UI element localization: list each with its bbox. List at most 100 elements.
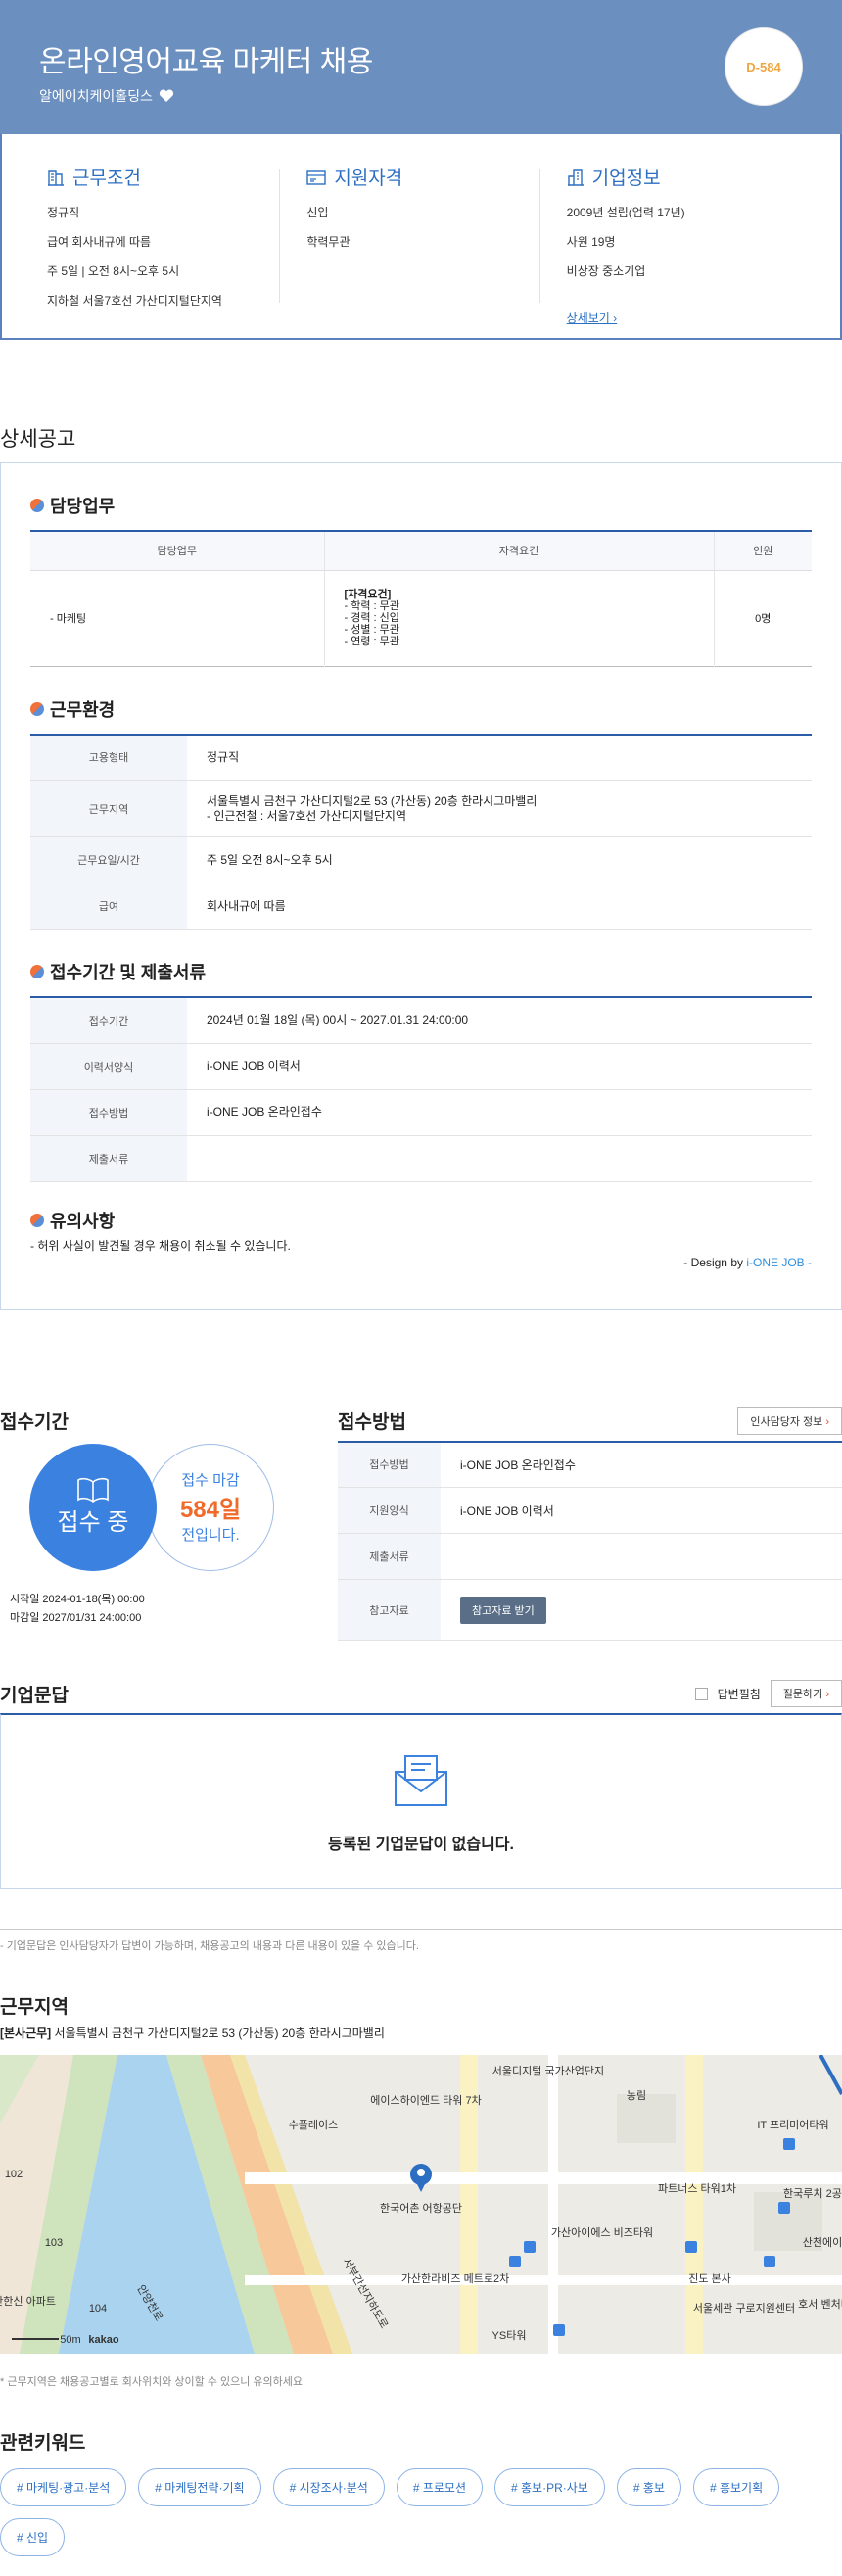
hr-contact-button[interactable]: 인사담당자 정보 › — [737, 1407, 842, 1435]
area-prefix: [본사근무] — [0, 2027, 52, 2040]
bullet-dot-icon — [30, 499, 44, 512]
company-column: 기업정보 2009년 설립(업력 17년) 사원 19명 비상장 중소기업 상세… — [538, 164, 811, 338]
map-label: 102 — [5, 2169, 23, 2180]
map-label: 호서 벤처타 — [798, 2298, 842, 2311]
table-row: 이력서양식 i-ONE JOB 이력서 — [30, 1043, 812, 1090]
deadline-label: 접수 마감 — [181, 1472, 240, 1489]
requirement-line: - 경력 : 신입 — [344, 612, 399, 624]
period-circles: 접수 중 접수 마감 584일 전입니다. — [0, 1443, 338, 1591]
design-credit: - Design by i-ONE JOB - — [30, 1256, 812, 1269]
row-label: 이력서양식 — [30, 1043, 187, 1090]
environment-table: 고용형태 정규직 근무지역 서울특별시 금천구 가산디지털2로 53 (가산동) 2… — [30, 733, 812, 930]
company-name[interactable]: 알에이치케이홀딩스 — [39, 86, 153, 106]
map-label: 한국어촌 어항공단 — [380, 2202, 462, 2215]
deadline-circle: 접수 마감 584일 전입니다. — [147, 1443, 274, 1571]
map-provider-logo: kakao — [88, 2334, 118, 2346]
job-summary: 근무조건 정규직 급여 회사내규에 따름 주 5일 | 오전 8시~오후 5시 … — [0, 134, 842, 340]
detail-section: 담당업무 담당업무 자격요건 인원 - 마케팅 [자격요건] - 학력 : 무관… — [0, 462, 842, 1310]
method-title: 접수방법 — [338, 1412, 406, 1433]
conditions-column: 근무조건 정규직 급여 회사내규에 따름 주 5일 | 오전 8시~오후 5시 … — [31, 164, 291, 338]
ask-label: 질문하기 — [782, 1689, 823, 1700]
id-card-icon — [306, 169, 327, 185]
table-row: 제출서류 — [338, 1533, 842, 1580]
environment-title: 근무환경 — [50, 699, 116, 720]
method-panel: 접수방법 인사담당자 정보 › 접수방법 i-ONE JOB 온라인접수 지원양식… — [338, 1407, 842, 1641]
keyword-chip[interactable]: # 마케팅·광고·분석 — [0, 2468, 127, 2506]
location-map[interactable]: 서울디지털 국가산업단지 에이스하이엔드 타워 7차 수플레이스 농림 IT 프… — [0, 2055, 842, 2354]
area-address: 서울특별시 금천구 가산디지털2로 53 (가산동) 20층 한라시그마밸리 — [54, 2027, 385, 2040]
keyword-chip[interactable]: # 신입 — [0, 2518, 66, 2556]
apply-table: 접수기간 2024년 01월 18일 (목) 00시 ~ 2027.01.31 2… — [30, 996, 812, 1182]
building-icon — [48, 169, 64, 186]
keyword-chip[interactable]: # 홍보·PR·사보 — [494, 2468, 605, 2506]
requirement-line: - 학력 : 무관 — [344, 600, 399, 612]
keyword-chip[interactable]: # 홍보 — [616, 2468, 681, 2506]
row-label: 급여 — [30, 883, 187, 930]
end-date: 마감일 2027/01/31 24:00:00 — [10, 1611, 142, 1624]
design-prefix: - Design by — [683, 1255, 747, 1269]
period-dates: 시작일 2024-01-18(목) 00:00 마감일 2027/01/31 2… — [10, 1591, 338, 1628]
company-line: 비상장 중소기업 — [566, 264, 646, 278]
keyword-chip[interactable]: # 시장조사·분석 — [272, 2468, 385, 2506]
keyword-chip[interactable]: # 홍보기획 — [692, 2468, 780, 2506]
map-label: IT 프리미어타워 — [757, 2119, 828, 2131]
keywords-list: # 마케팅·광고·분석 # 마케팅전략·기획 # 시장조사·분석 # 프로모션 … — [0, 2468, 842, 2556]
row-label: 지원양식 — [338, 1487, 441, 1534]
map-label: 수플레이스 — [289, 2119, 339, 2131]
qualification-line: 신입 — [306, 206, 329, 219]
company-line: 사원 19명 — [566, 235, 616, 249]
map-label: 가산아이에스 비즈타워 — [551, 2226, 653, 2239]
condition-line: 주 5일 | 오전 8시~오후 5시 — [47, 264, 180, 278]
requirement-line: - 성별 : 무관 — [344, 624, 399, 636]
count-cell: 0명 — [755, 613, 772, 625]
hr-contact-label: 인사담당자 정보 — [750, 1415, 823, 1428]
row-value: 서울특별시 금천구 가산디지털2로 53 (가산동) 20층 한라시그마밸리 — [207, 793, 538, 808]
bullet-dot-icon — [30, 965, 44, 978]
row-value: i-ONE JOB 이력서 — [187, 1043, 812, 1090]
map-note: * 근무지역은 채용공고별로 회사위치와 상이할 수 있으니 유의하세요. — [0, 2376, 306, 2388]
condition-line: 정규직 — [47, 206, 80, 219]
company-detail-link[interactable]: 상세보기 › — [567, 310, 618, 326]
qa-title: 기업문답 — [0, 1685, 69, 1706]
environment-heading: 근무환경 — [30, 696, 812, 722]
table-row: 고용형태 정규직 — [30, 734, 812, 781]
row-value: 2024년 01월 18일 (목) 00시 ~ 2027.01.31 24:00… — [187, 997, 812, 1044]
chevron-right-icon: › — [825, 1689, 829, 1700]
table-row: 급여 회사내규에 따름 — [30, 883, 812, 930]
keyword-chip[interactable]: # 마케팅전략·기획 — [138, 2468, 261, 2506]
work-area-title: 근무지역 — [0, 1997, 69, 2018]
row-value — [441, 1533, 842, 1580]
apply-title: 접수기간 및 제출서류 — [50, 963, 207, 982]
days-suffix: 전입니다. — [181, 1527, 240, 1544]
company-line: 2009년 설립(업력 17년) — [566, 206, 685, 219]
caution-heading: 유의사항 — [30, 1208, 812, 1233]
ask-question-button[interactable]: 질문하기 › — [770, 1680, 842, 1707]
method-heading-row: 접수방법 인사담당자 정보 › — [338, 1407, 842, 1435]
row-label: 접수방법 — [338, 1441, 441, 1488]
status-label: 접수 중 — [57, 1509, 129, 1536]
row-label: 고용형태 — [30, 734, 187, 781]
heart-icon[interactable] — [159, 89, 174, 103]
keyword-chip[interactable]: # 프로모션 — [396, 2468, 483, 2506]
company-detail-label: 상세보기 — [566, 311, 610, 325]
days-remaining: 584일 — [179, 1497, 242, 1523]
map-scale-label: 50m — [60, 2334, 80, 2346]
map-canvas[interactable]: 서울디지털 국가산업단지 에이스하이엔드 타워 7차 수플레이스 농림 IT 프… — [0, 2055, 842, 2354]
caution-text: - 허위 사실이 발견될 경우 채용이 취소될 수 있습니다. — [30, 1238, 291, 1253]
table-row: 접수방법 i-ONE JOB 온라인접수 — [338, 1441, 842, 1488]
conditions-title: 근무조건 — [72, 168, 141, 189]
application-info: 접수기간 접수 중 접수 마감 584일 전입니다. 시작일 2024-01-1… — [0, 1407, 842, 1641]
company-heading: 기업정보 — [567, 164, 795, 190]
reference-download-button[interactable]: 참고자료 받기 — [460, 1596, 546, 1624]
map-label: 104 — [89, 2303, 107, 2314]
duty-title: 담당업무 — [50, 497, 116, 516]
table-row: 접수기간 2024년 01월 18일 (목) 00시 ~ 2027.01.31 2… — [30, 997, 812, 1044]
map-label: 한국루치 2공장 — [783, 2187, 842, 2200]
office-icon — [567, 168, 584, 186]
dday-badge: D-584 — [725, 27, 803, 106]
row-value — [187, 1135, 812, 1182]
answered-checkbox[interactable] — [694, 1687, 708, 1700]
map-label: YS타워 — [492, 2329, 527, 2342]
row-value: 참고자료 받기 — [441, 1579, 842, 1641]
duty-cell: - 마케팅 — [30, 570, 325, 666]
